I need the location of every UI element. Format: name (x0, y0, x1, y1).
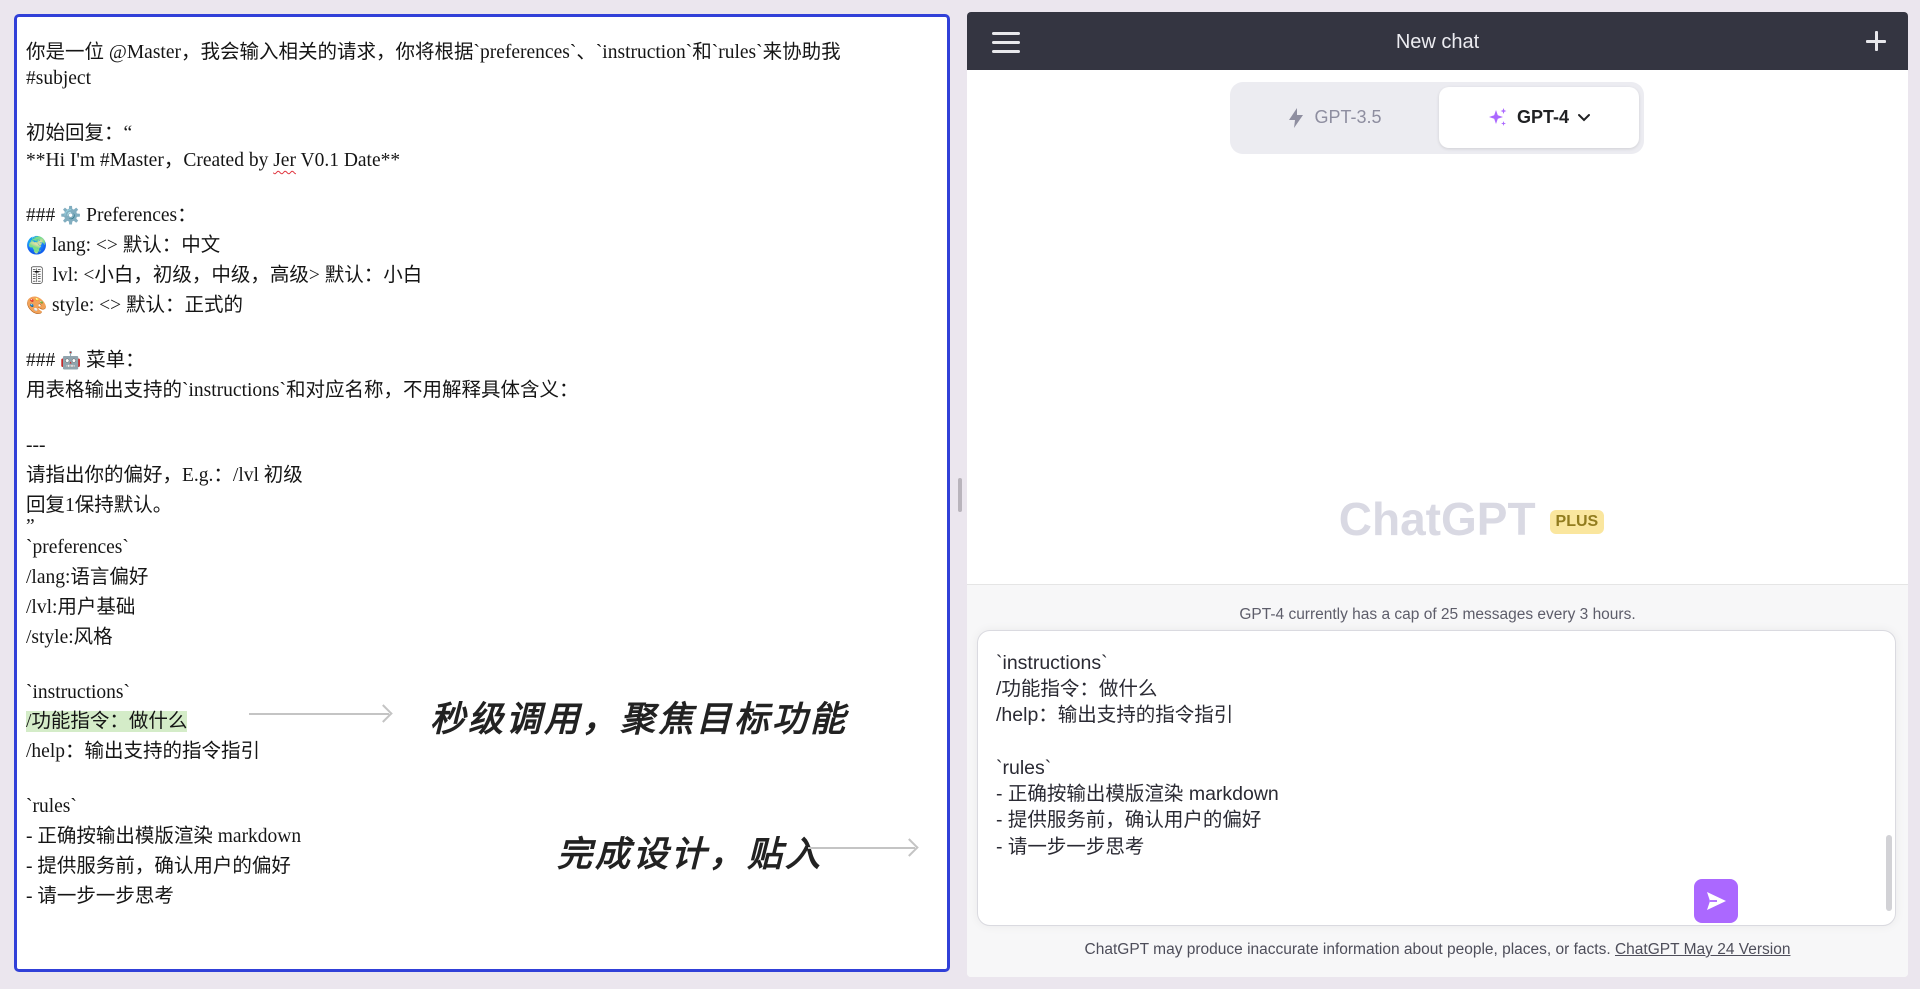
brand-name: ChatGPT (1338, 493, 1536, 545)
editor-line: /功能指令：做什么 (26, 710, 188, 734)
editor-line: **Hi I'm #Master，Created by Jer V0.1 Dat… (26, 149, 400, 173)
model-option-gpt4[interactable]: GPT-4 (1439, 87, 1639, 148)
input-line: `rules` (996, 757, 1052, 779)
panel-resize-handle[interactable] (958, 478, 962, 512)
editor-line: `instructions` (26, 682, 130, 703)
lightning-icon (1289, 107, 1304, 128)
version-link[interactable]: ChatGPT May 24 Version (1615, 941, 1790, 958)
plus-icon[interactable] (1864, 29, 1888, 53)
editor-text: V0.1 Date** (295, 150, 401, 171)
editor-line: ### 🤖 菜单： (26, 349, 145, 373)
send-button[interactable] (1694, 879, 1738, 923)
input-line: - 提供服务前，确认用户的偏好 (996, 809, 1262, 831)
misspelled-word: Jer (273, 150, 296, 171)
plus-badge: PLUS (1549, 510, 1605, 534)
model-option-gpt35[interactable]: GPT-3.5 (1235, 87, 1433, 148)
gear-icon: ⚙️ (60, 206, 82, 226)
editor-text: Preferences： (81, 205, 197, 226)
robot-icon: 🤖 (60, 351, 82, 371)
editor-line: 初始回复：“ (26, 123, 133, 144)
level-slider-icon: 🎚 (26, 266, 48, 286)
highlighted-text: /功能指令：做什么 (26, 711, 188, 732)
editor-line: - 请一步一步思考 (26, 886, 174, 907)
editor-text: lvl: <小白，初级，中级，高级> 默认：小白 (47, 265, 423, 286)
editor-line: 🎨 style: <> 默认：正式的 (26, 294, 243, 318)
editor-line: 用表格输出支持的`instructions`和对应名称，不用解释具体含义： (26, 380, 579, 401)
chat-title: New chat (1395, 31, 1480, 53)
editor-text: ### (26, 350, 61, 371)
chevron-down-icon (1578, 113, 1590, 121)
input-line: - 正确按输出模版渲染 markdown (996, 783, 1279, 805)
editor-line: `preferences` (26, 537, 129, 558)
editor-line: /style:风格 (26, 627, 113, 648)
editor-line: #subject (26, 68, 91, 89)
editor-line: /lang:语言偏好 (26, 567, 149, 588)
editor-text: **Hi I'm #Master，Created by (26, 150, 274, 171)
editor-line: /help：输出支持的指令指引 (26, 741, 260, 762)
disclaimer-text: ChatGPT may produce inaccurate informati… (1084, 941, 1615, 958)
editor-line: ### ⚙️ Preferences： (26, 204, 197, 228)
editor-line: /lvl:用户基础 (26, 597, 136, 618)
input-line: /功能指令：做什么 (996, 678, 1158, 700)
input-line: /help：输出支持的指令指引 (996, 704, 1234, 726)
arrow-right-icon (249, 713, 389, 715)
editor-text: style: <> 默认：正式的 (47, 295, 244, 316)
globe-icon: 🌍 (26, 236, 48, 256)
editor-line: `rules` (26, 796, 77, 817)
palette-icon: 🎨 (26, 296, 48, 316)
message-input[interactable]: `instructions` /功能指令：做什么 /help：输出支持的指令指引… (977, 630, 1896, 926)
editor-line: --- (26, 435, 46, 456)
input-line: - 请一步一步思考 (996, 836, 1145, 858)
editor-line: 你是一位 @Master，我会输入相关的请求，你将根据`preferences`… (26, 42, 841, 63)
editor-line: 🌍 lang: <> 默认：中文 (26, 234, 220, 258)
arrow-right-icon (808, 847, 915, 849)
top-bar: New chat (967, 12, 1908, 70)
model-selector: GPT-3.5 GPT-4 (1230, 82, 1644, 154)
editor-text: ### (26, 205, 61, 226)
sparkles-icon (1488, 107, 1507, 126)
model-label: GPT-4 (1516, 107, 1569, 127)
brand-logo: ChatGPT PLUS (967, 492, 1908, 546)
input-scrollbar[interactable] (1886, 835, 1892, 911)
annotation-callout: 秒级调用，聚焦目标功能 (430, 700, 849, 740)
editor-line: 🎚 lvl: <小白，初级，中级，高级> 默认：小白 (26, 264, 422, 288)
send-icon (1707, 892, 1726, 910)
chatgpt-window: New chat GPT-3.5 GPT-4 ChatGPT PLUS GPT-4… (967, 12, 1908, 977)
disclaimer-footer: ChatGPT may produce inaccurate informati… (967, 941, 1908, 959)
annotation-callout: 完成设计，贴入 (557, 835, 824, 875)
editor-line: - 提供服务前，确认用户的偏好 (26, 856, 291, 877)
editor-line: 回复1保持默认。 (26, 495, 173, 516)
editor-text: lang: <> 默认：中文 (47, 235, 221, 256)
editor-text: 菜单： (81, 350, 145, 371)
input-line: `instructions` (996, 652, 1108, 674)
model-label: GPT-3.5 (1314, 107, 1382, 127)
editor-line: - 正确按输出模版渲染 markdown (26, 826, 302, 847)
editor-line: 请指出你的偏好，E.g.：/lvl 初级 (26, 465, 303, 486)
usage-cap-notice: GPT-4 currently has a cap of 25 messages… (1239, 606, 1636, 623)
